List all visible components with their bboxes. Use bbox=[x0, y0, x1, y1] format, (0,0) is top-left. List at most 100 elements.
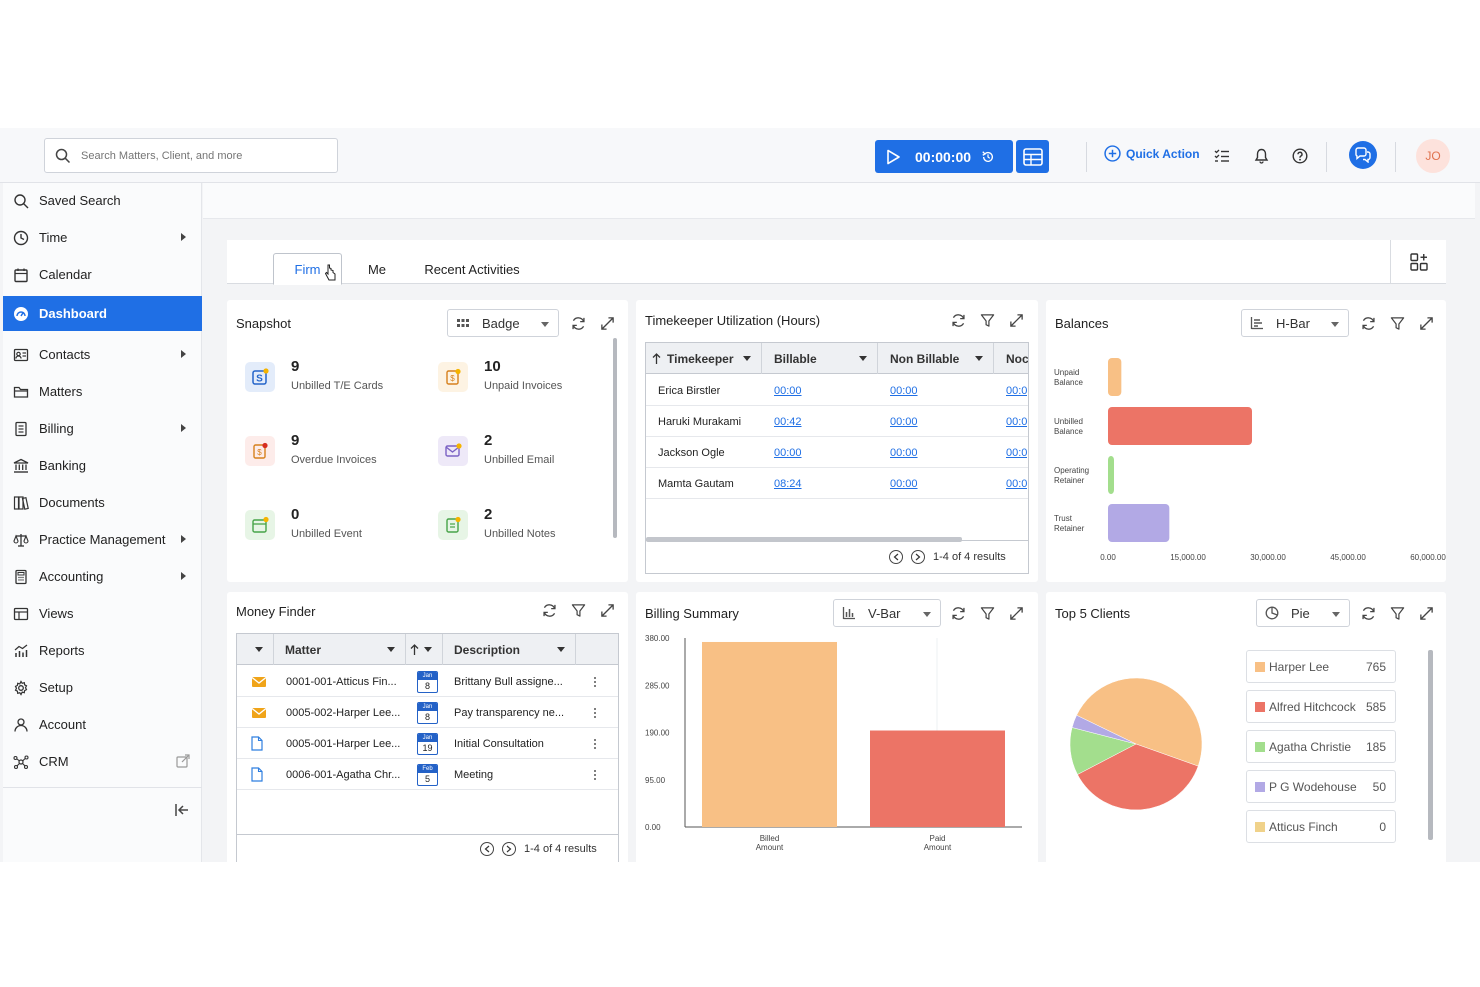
cell-nocharge[interactable]: 00:0 bbox=[1006, 406, 1027, 437]
bell-icon[interactable] bbox=[1252, 147, 1270, 165]
refresh-icon[interactable] bbox=[570, 315, 587, 332]
expand-icon[interactable] bbox=[1418, 605, 1435, 622]
refresh-icon[interactable] bbox=[1360, 315, 1377, 332]
column-header-nocharge[interactable]: Nocl bbox=[994, 343, 1028, 374]
cell-non-billable[interactable]: 00:00 bbox=[890, 406, 918, 437]
tab-recent-activities[interactable]: Recent Activities bbox=[417, 253, 527, 285]
bar[interactable] bbox=[1108, 407, 1252, 445]
cell-non-billable[interactable]: 00:00 bbox=[890, 375, 918, 406]
horizontal-scrollbar[interactable] bbox=[646, 537, 962, 542]
avatar[interactable]: JO bbox=[1416, 139, 1450, 173]
table-row[interactable]: Mamta Gautam 08:24 00:00 00:0 bbox=[646, 468, 1028, 499]
sidebar-item-documents[interactable]: Documents bbox=[3, 485, 202, 520]
sidebar-item-billing[interactable]: Billing bbox=[3, 411, 202, 446]
column-header-matter[interactable]: Matter bbox=[274, 634, 406, 665]
timesheet-button[interactable] bbox=[1016, 140, 1049, 173]
column-header-billable[interactable]: Billable bbox=[762, 343, 878, 374]
refresh-icon[interactable] bbox=[541, 602, 558, 619]
column-header-type[interactable] bbox=[237, 634, 274, 665]
legend-item[interactable]: P G Wodehouse 50 bbox=[1246, 770, 1396, 803]
filter-icon[interactable] bbox=[1389, 605, 1406, 622]
cell-non-billable[interactable]: 00:00 bbox=[890, 468, 918, 499]
sidebar-item-dashboard[interactable]: Dashboard bbox=[3, 296, 202, 331]
snapshot-view-select[interactable]: Badge bbox=[447, 309, 559, 337]
table-row[interactable]: 0005-002-Harper Lee... Jan 8 Pay transparen… bbox=[237, 697, 618, 728]
play-icon[interactable] bbox=[885, 149, 901, 165]
prev-page-icon[interactable] bbox=[889, 550, 903, 564]
next-page-icon[interactable] bbox=[502, 842, 516, 856]
snapshot-item-unbilled-email[interactable]: 2 Unbilled Email bbox=[438, 432, 554, 466]
refresh-icon[interactable] bbox=[1360, 605, 1377, 622]
kebab-menu-icon[interactable] bbox=[593, 666, 597, 697]
snapshot-scrollbar[interactable] bbox=[613, 338, 617, 538]
billing-view-select[interactable]: V-Bar bbox=[833, 599, 941, 627]
legend-item[interactable]: Agatha Christie 185 bbox=[1246, 730, 1396, 763]
expand-icon[interactable] bbox=[599, 315, 616, 332]
sidebar-item-saved-search[interactable]: Saved Search bbox=[3, 183, 202, 218]
kebab-menu-icon[interactable] bbox=[593, 697, 597, 728]
table-row[interactable]: Erica Birstler 00:00 00:00 00:0 bbox=[646, 375, 1028, 406]
expand-icon[interactable] bbox=[599, 602, 616, 619]
kebab-menu-icon[interactable] bbox=[593, 728, 597, 759]
filter-icon[interactable] bbox=[570, 602, 587, 619]
sidebar-item-time[interactable]: Time bbox=[3, 220, 202, 255]
sidebar-item-setup[interactable]: Setup bbox=[3, 670, 202, 705]
filter-icon[interactable] bbox=[1389, 315, 1406, 332]
external-link-icon[interactable] bbox=[176, 754, 190, 771]
layout-button[interactable] bbox=[1390, 240, 1446, 284]
task-list-icon[interactable] bbox=[1213, 147, 1231, 165]
column-header-date[interactable] bbox=[406, 634, 443, 665]
clients-view-select[interactable]: Pie bbox=[1256, 599, 1350, 627]
expand-icon[interactable] bbox=[1008, 312, 1025, 329]
cell-non-billable[interactable]: 00:00 bbox=[890, 437, 918, 468]
sidebar-item-crm[interactable]: CRM bbox=[3, 744, 202, 779]
sidebar-item-reports[interactable]: Reports bbox=[3, 633, 202, 668]
cell-billable[interactable]: 00:00 bbox=[774, 437, 802, 468]
tab-me[interactable]: Me bbox=[357, 253, 397, 285]
sidebar-item-account[interactable]: Account bbox=[3, 707, 202, 742]
cell-billable[interactable]: 08:24 bbox=[774, 468, 802, 499]
cell-nocharge[interactable]: 00:0 bbox=[1006, 437, 1027, 468]
timer-widget[interactable]: 00:00:00 bbox=[875, 140, 1013, 173]
cell-billable[interactable]: 00:42 bbox=[774, 406, 802, 437]
chat-button[interactable] bbox=[1349, 141, 1377, 169]
column-header-non-billable[interactable]: Non Billable bbox=[878, 343, 994, 374]
snapshot-item-unpaid-invoices[interactable]: $ 10 Unpaid Invoices bbox=[438, 358, 562, 392]
table-row[interactable]: 0001-001-Atticus Fin... Jan 8 Brittany Bull… bbox=[237, 666, 618, 697]
quick-action-button[interactable]: Quick Action bbox=[1104, 145, 1200, 162]
sidebar-item-contacts[interactable]: Contacts bbox=[3, 337, 202, 372]
cell-nocharge[interactable]: 00:0 bbox=[1006, 468, 1027, 499]
sidebar-item-matters[interactable]: Matters bbox=[3, 374, 202, 409]
sidebar-item-calendar[interactable]: Calendar bbox=[3, 257, 202, 292]
prev-page-icon[interactable] bbox=[480, 842, 494, 856]
global-search[interactable] bbox=[44, 138, 338, 173]
search-input[interactable] bbox=[81, 149, 321, 162]
sidebar-item-views[interactable]: Views bbox=[3, 596, 202, 631]
sidebar-item-accounting[interactable]: Accounting bbox=[3, 559, 202, 594]
filter-icon[interactable] bbox=[979, 312, 996, 329]
balances-view-select[interactable]: H-Bar bbox=[1241, 309, 1349, 337]
bar[interactable] bbox=[1108, 504, 1170, 542]
next-page-icon[interactable] bbox=[911, 550, 925, 564]
help-icon[interactable] bbox=[1291, 147, 1309, 165]
history-icon[interactable] bbox=[981, 150, 995, 164]
legend-item[interactable]: Alfred Hitchcock 585 bbox=[1246, 690, 1396, 723]
cell-nocharge[interactable]: 00:0 bbox=[1006, 375, 1027, 406]
bar[interactable] bbox=[702, 641, 837, 827]
refresh-icon[interactable] bbox=[950, 312, 967, 329]
bar[interactable] bbox=[870, 730, 1005, 827]
snapshot-item-unbilled-notes[interactable]: 2 Unbilled Notes bbox=[438, 506, 556, 540]
bar[interactable] bbox=[1108, 358, 1122, 396]
sidebar-item-practice-management[interactable]: Practice Management bbox=[3, 522, 202, 557]
legend-item[interactable]: Atticus Finch 0 bbox=[1246, 810, 1396, 843]
collapse-sidebar-icon[interactable] bbox=[174, 803, 190, 822]
cell-billable[interactable]: 00:00 bbox=[774, 375, 802, 406]
refresh-icon[interactable] bbox=[950, 605, 967, 622]
expand-icon[interactable] bbox=[1008, 605, 1025, 622]
snapshot-item-overdue-invoices[interactable]: $ 9 Overdue Invoices bbox=[245, 432, 377, 466]
snapshot-item-te-cards[interactable]: S 9 Unbilled T/E Cards bbox=[245, 358, 383, 392]
column-header-description[interactable]: Description bbox=[443, 634, 576, 665]
expand-icon[interactable] bbox=[1418, 315, 1435, 332]
table-row[interactable]: Haruki Murakami 00:42 00:00 00:0 bbox=[646, 406, 1028, 437]
table-row[interactable]: 0006-001-Agatha Chr... Feb 5 Meeting bbox=[237, 759, 618, 790]
